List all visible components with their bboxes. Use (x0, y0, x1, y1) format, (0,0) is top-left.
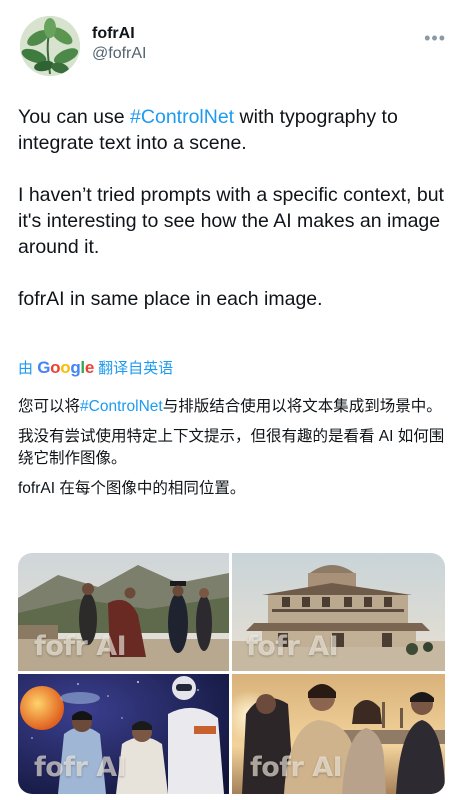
tweet-header: fofrAI @fofrAI ••• (20, 14, 446, 78)
tweet-paragraph-3: fofrAI in same place in each image. (18, 288, 323, 310)
image-watermark: fofr AI (34, 752, 127, 783)
translated-paragraph-3: fofrAI 在每个图像中的相同位置。 (18, 480, 246, 497)
avatar[interactable] (20, 16, 80, 76)
display-name[interactable]: fofrAI (92, 24, 146, 44)
image-watermark: fofr AI (250, 752, 343, 783)
translated-paragraph-2: 我没有尝试使用特定上下文提示，但很有趣的是看看 AI 如何围绕它制作图像。 (18, 428, 445, 467)
image-watermark: fofr AI (34, 631, 127, 662)
translated-paragraph-1: 您可以将#ControlNet与排版结合使用以将文本集成到场景中。 (18, 398, 442, 415)
tweet-paragraph-2: I haven’t tried prompts with a specific … (18, 184, 444, 258)
media-image-3[interactable]: fofr AI (18, 674, 229, 794)
media-image-2[interactable]: fofr AI (232, 553, 445, 671)
tweet-text: You can use #ControlNet with typography … (18, 104, 444, 338)
media-image-4[interactable]: fofr AI (232, 674, 445, 794)
hashtag-link[interactable]: #ControlNet (130, 106, 234, 128)
translated-text: 您可以将#ControlNet与排版结合使用以将文本集成到场景中。 我没有尝试使… (18, 396, 448, 508)
media-image-1[interactable]: fofr AI (18, 553, 229, 671)
avatar-plant-image (20, 16, 80, 76)
google-logo: Google (37, 358, 94, 377)
user-handle[interactable]: @fofrAI (92, 44, 146, 64)
translate-action-label: 翻译自英语 (98, 360, 174, 377)
author-names: fofrAI @fofrAI (92, 24, 146, 64)
translated-by-google[interactable]: 由 Google 翻译自英语 (18, 358, 173, 379)
translated-hashtag-link[interactable]: #ControlNet (80, 398, 163, 415)
tweet-paragraph-1: You can use #ControlNet with typography … (18, 104, 444, 156)
translated-by-label: 由 (18, 360, 34, 377)
media-grid: fofr AI fofr AI fofr AI fofr AI (18, 553, 445, 794)
tweet-text-pre: You can use (18, 106, 131, 128)
more-dots-icon[interactable]: ••• (424, 28, 446, 49)
image-watermark: fofr AI (246, 631, 339, 662)
